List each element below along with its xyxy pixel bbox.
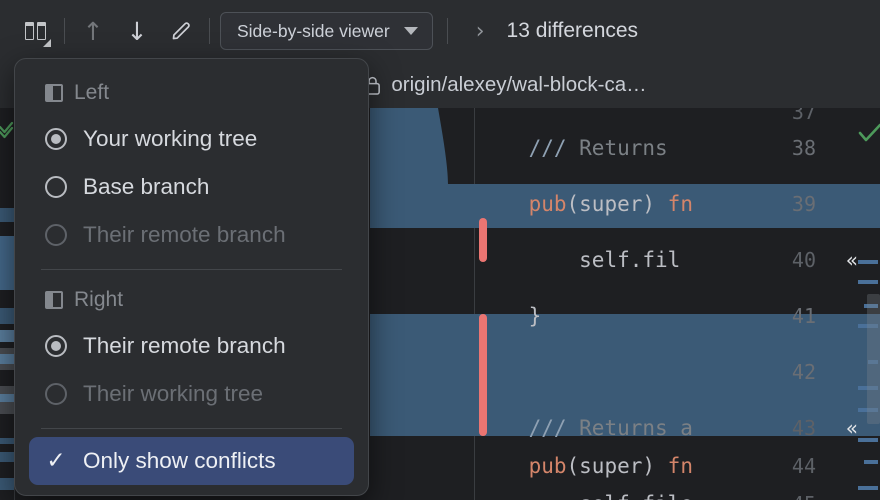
line-number-gutter (370, 108, 474, 500)
code-line[interactable]: /// Returns (478, 118, 880, 178)
viewer-options-menu: Left Your working tree Base branch Their… (14, 58, 369, 496)
menu-item-their-remote-branch-left: Their remote branch (15, 211, 368, 259)
viewer-mode-label: Side-by-side viewer (237, 20, 390, 41)
scrollbar-thumb[interactable] (867, 294, 880, 424)
menu-divider-1 (41, 269, 342, 270)
menu-section-right-label: Right (74, 288, 124, 311)
menu-item-their-remote-branch-right[interactable]: Their remote branch (15, 322, 368, 370)
arrow-up-icon[interactable]: ↑ (71, 11, 115, 51)
code-token: pub (528, 192, 567, 216)
toolbar-divider-2 (209, 18, 210, 44)
code-token: } (528, 304, 542, 328)
check-icon: ✓ (46, 448, 66, 474)
left-pane-icon (45, 84, 63, 102)
code-token: self.file (579, 492, 693, 500)
toolbar-divider-3 (446, 18, 448, 44)
left-pane-overview-strip[interactable] (0, 108, 14, 500)
toolbar-divider-1 (64, 18, 65, 44)
code-token: /// (528, 136, 580, 160)
pencil-icon[interactable] (159, 11, 203, 51)
menu-section-right: Right (15, 278, 368, 322)
menu-divider-2 (41, 428, 342, 429)
green-check-icon (858, 123, 880, 142)
radio-icon (45, 128, 67, 150)
menu-item-label: Your working tree (83, 126, 258, 151)
menu-section-left-label: Left (74, 81, 110, 104)
menu-item-label: Only show conflicts (83, 448, 276, 473)
split-view-icon[interactable] (14, 11, 58, 51)
chevron-down-icon (403, 27, 418, 35)
menu-item-label: Base branch (83, 174, 210, 199)
code-line[interactable]: self.fil (478, 230, 880, 290)
code-line[interactable]: } (478, 286, 880, 346)
code-token: self.fil (579, 248, 681, 272)
menu-item-their-working-tree: Their working tree (15, 370, 368, 418)
differences-count-label: 13 differences (506, 19, 639, 42)
diff-viewer-window: ↑ ↓ Side-by-side viewer › 13 differences… (0, 0, 880, 500)
radio-icon (45, 383, 67, 405)
next-difference-chevron-icon[interactable]: › (476, 19, 485, 44)
radio-icon (45, 224, 67, 246)
toolbar: ↑ ↓ Side-by-side viewer › 13 differences (0, 0, 880, 62)
menu-item-label: Their remote branch (83, 222, 286, 247)
radio-icon (45, 335, 67, 357)
code-token: (super) (566, 192, 668, 216)
menu-item-label: Their working tree (83, 381, 264, 406)
code-token: fn (667, 192, 693, 216)
arrow-down-icon[interactable]: ↓ (115, 11, 159, 51)
menu-section-left: Left (15, 71, 368, 115)
code-line[interactable] (478, 342, 880, 402)
menu-item-base-branch[interactable]: Base branch (15, 163, 368, 211)
viewer-mode-select[interactable]: Side-by-side viewer (220, 12, 433, 50)
right-pane-icon (45, 291, 63, 309)
editor-overview-scrollbar[interactable] (858, 108, 880, 500)
branch-name-label: origin/alexey/wal-block-ca… (391, 73, 647, 96)
menu-item-only-show-conflicts[interactable]: ✓ Only show conflicts (29, 437, 354, 485)
code-token: Returns (579, 136, 681, 160)
menu-item-your-working-tree[interactable]: Your working tree (15, 115, 368, 163)
code-line[interactable]: pub (super) fn (478, 174, 880, 234)
menu-item-label: Their remote branch (83, 333, 286, 358)
gutter-divider (474, 108, 475, 500)
code-line[interactable]: self.file (478, 474, 880, 500)
radio-icon (45, 176, 67, 198)
